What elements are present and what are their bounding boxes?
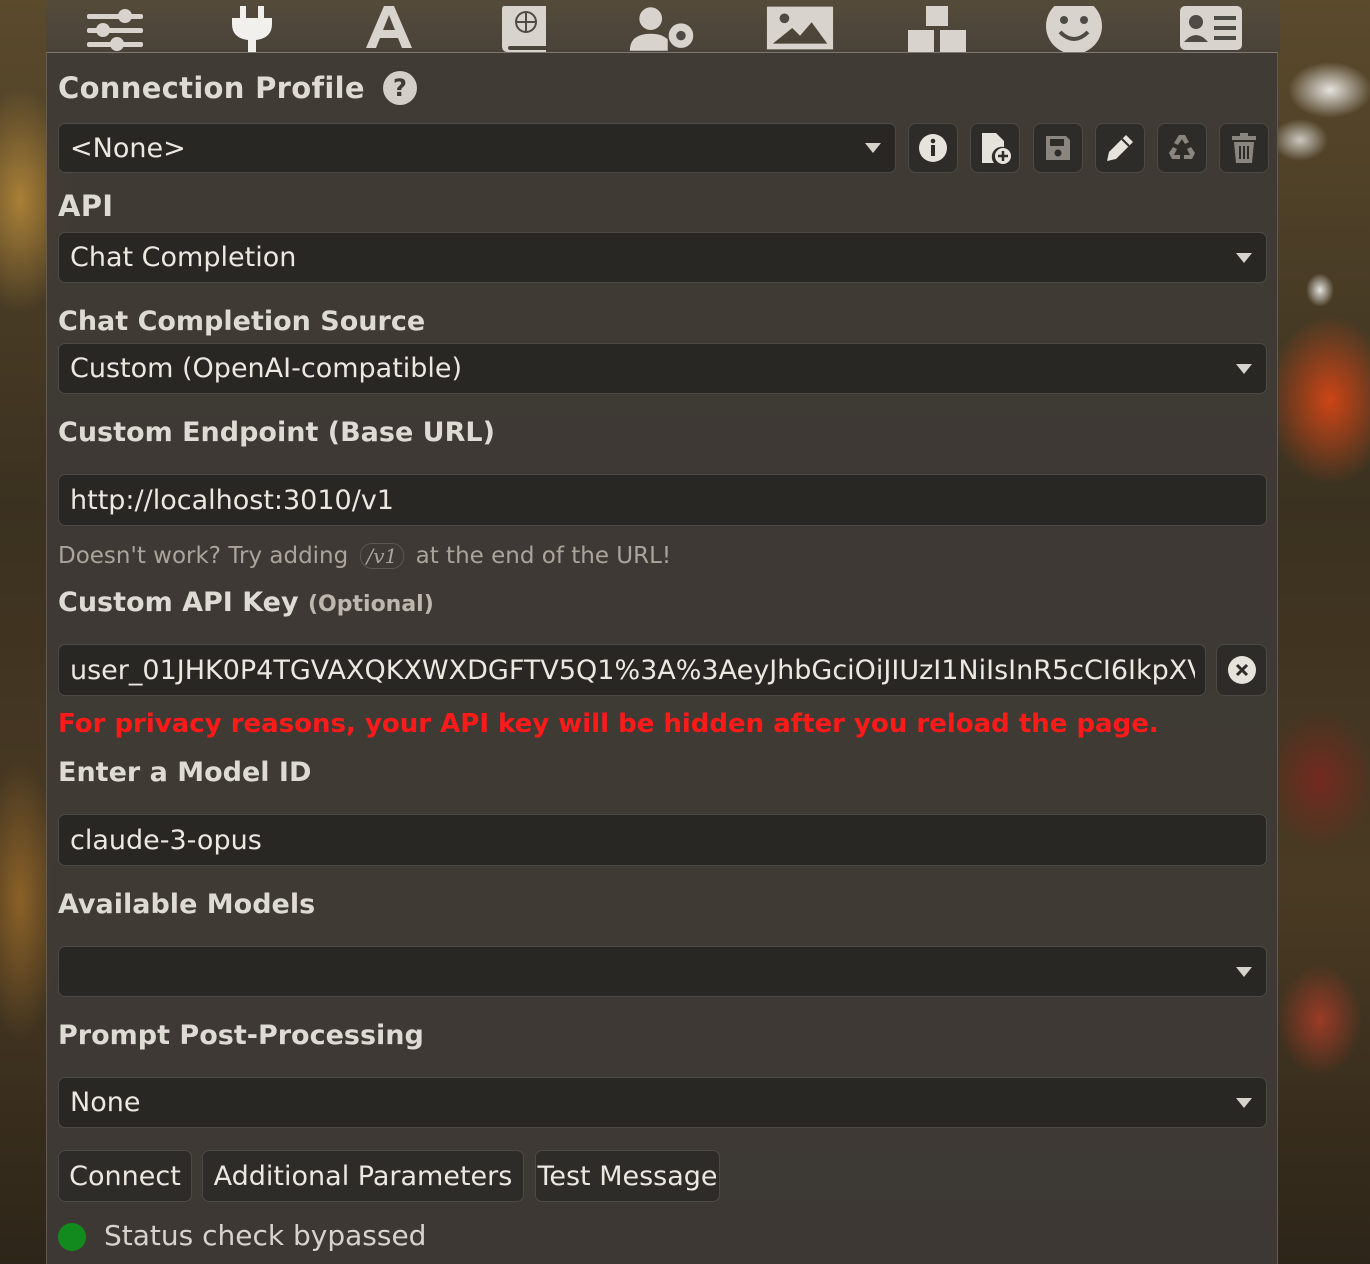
optional-tag: (Optional) — [308, 592, 434, 617]
chat-completion-source-value: Custom (OpenAI-compatible) — [70, 353, 463, 384]
help-icon[interactable]: ? — [383, 71, 417, 105]
model-id-input[interactable]: claude-3-opus — [58, 814, 1267, 866]
custom-api-key-value: user_01JHK0P4TGVAXQKXWXDGFTV5Q1%3A%3AeyJ… — [70, 654, 1195, 686]
file-plus-icon — [982, 133, 1011, 164]
custom-api-key-label-text: Custom API Key — [58, 587, 299, 618]
api-connections-panel: Connection Profile ? <None> API Chat Com… — [46, 52, 1278, 1264]
chevron-down-icon — [1236, 1097, 1252, 1108]
font-icon[interactable] — [354, 6, 424, 52]
top-navigation-bar — [46, 0, 1280, 52]
profile-save-button[interactable] — [1033, 123, 1083, 173]
api-select[interactable]: Chat Completion — [58, 232, 1267, 283]
custom-endpoint-input[interactable]: http://localhost:3010/v1 — [58, 474, 1267, 526]
prompt-post-processing-select[interactable]: None — [58, 1077, 1267, 1128]
trash-icon — [1232, 133, 1256, 163]
chat-completion-source-select[interactable]: Custom (OpenAI-compatible) — [58, 343, 1267, 394]
smile-icon[interactable] — [1039, 6, 1109, 52]
clear-api-key-button[interactable] — [1216, 644, 1267, 696]
custom-endpoint-value: http://localhost:3010/v1 — [70, 484, 394, 516]
chevron-down-icon — [1236, 966, 1252, 977]
chat-completion-source-label: Chat Completion Source — [58, 306, 426, 337]
connection-profile-select[interactable]: <None> — [58, 123, 896, 173]
api-key-privacy-warning: For privacy reasons, your API key will b… — [58, 709, 1159, 739]
image-icon[interactable] — [765, 6, 835, 52]
custom-api-key-label: Custom API Key (Optional) — [58, 587, 434, 618]
pencil-icon — [1107, 135, 1133, 161]
test-message-button[interactable]: Test Message — [535, 1150, 720, 1202]
endpoint-hint-after: at the end of the URL! — [415, 543, 672, 569]
plug-icon[interactable] — [217, 6, 287, 52]
status-indicator — [58, 1223, 86, 1251]
chevron-down-icon — [865, 143, 881, 153]
profile-info-button[interactable] — [908, 123, 958, 173]
chevron-down-icon — [1236, 363, 1252, 374]
close-circle-icon — [1227, 656, 1256, 684]
profile-rename-button[interactable] — [1095, 123, 1145, 173]
model-id-label: Enter a Model ID — [58, 757, 312, 788]
custom-endpoint-label: Custom Endpoint (Base URL) — [58, 417, 495, 448]
prompt-post-processing-value: None — [70, 1087, 141, 1118]
custom-api-key-input[interactable]: user_01JHK0P4TGVAXQKXWXDGFTV5Q1%3A%3AeyJ… — [58, 644, 1206, 696]
connect-button[interactable]: Connect — [58, 1150, 192, 1202]
info-icon — [919, 134, 947, 162]
profile-delete-button[interactable] — [1219, 123, 1269, 173]
api-label: API — [58, 189, 114, 223]
chevron-down-icon — [1236, 252, 1252, 263]
additional-parameters-button[interactable]: Additional Parameters — [202, 1150, 524, 1202]
model-id-value: claude-3-opus — [70, 824, 262, 856]
connection-profile-title: Connection Profile — [58, 71, 365, 105]
id-card-icon[interactable] — [1176, 6, 1246, 52]
profile-reload-button[interactable] — [1157, 123, 1207, 173]
profile-create-button[interactable] — [970, 123, 1020, 173]
prompt-post-processing-label: Prompt Post-Processing — [58, 1020, 424, 1051]
available-models-select[interactable] — [58, 946, 1267, 997]
endpoint-hint-before: Doesn't work? Try adding — [58, 543, 349, 569]
available-models-label: Available Models — [58, 889, 316, 920]
endpoint-hint-code: /v1 — [359, 543, 405, 569]
recycle-icon — [1169, 135, 1195, 159]
connection-profile-value: <None> — [70, 132, 186, 164]
endpoint-hint: Doesn't work? Try adding /v1 at the end … — [58, 543, 671, 569]
cubes-icon[interactable] — [902, 6, 972, 52]
sliders-icon[interactable] — [80, 6, 150, 52]
status-text: Status check bypassed — [104, 1219, 427, 1252]
save-icon — [1046, 136, 1070, 160]
api-select-value: Chat Completion — [70, 242, 297, 273]
book-globe-icon[interactable] — [491, 6, 561, 52]
user-gear-icon[interactable] — [628, 6, 698, 52]
